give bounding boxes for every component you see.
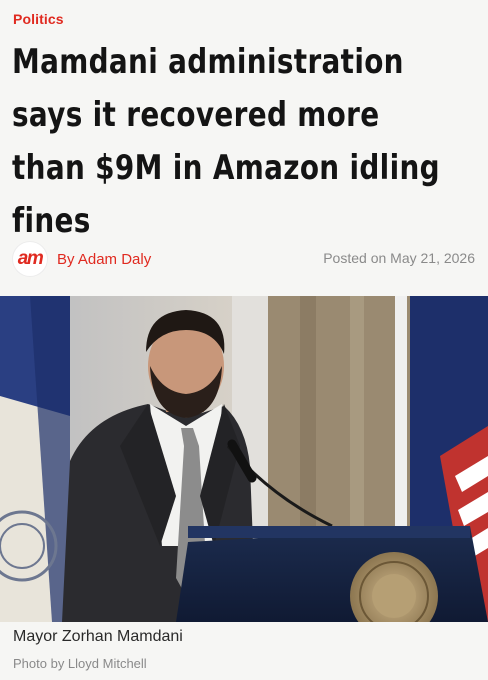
- article-page: Politics Mamdani administration says it …: [0, 0, 488, 680]
- photo-credit: Photo by Lloyd Mitchell: [13, 656, 147, 671]
- podium: [176, 526, 488, 622]
- publisher-logo[interactable]: am: [13, 242, 47, 276]
- article-headline: Mamdani administration says it recovered…: [12, 36, 440, 248]
- photo-caption: Mayor Zorhan Mamdani: [13, 628, 183, 645]
- headline-line: Mamdani administration: [12, 42, 404, 82]
- headline-line: fines: [12, 201, 91, 241]
- posted-date: Posted on May 21, 2026: [323, 250, 475, 266]
- photo-illustration: [0, 296, 488, 622]
- category-label[interactable]: Politics: [13, 11, 64, 27]
- author-link[interactable]: By Adam Daly: [57, 251, 151, 268]
- byline: am By Adam Daly: [13, 242, 151, 276]
- headline-line: than $9M in Amazon idling: [12, 148, 440, 188]
- publisher-logo-text: am: [17, 248, 44, 269]
- headline-line: says it recovered more: [12, 95, 380, 135]
- article-photo: [0, 296, 488, 622]
- flag-left: [0, 296, 70, 622]
